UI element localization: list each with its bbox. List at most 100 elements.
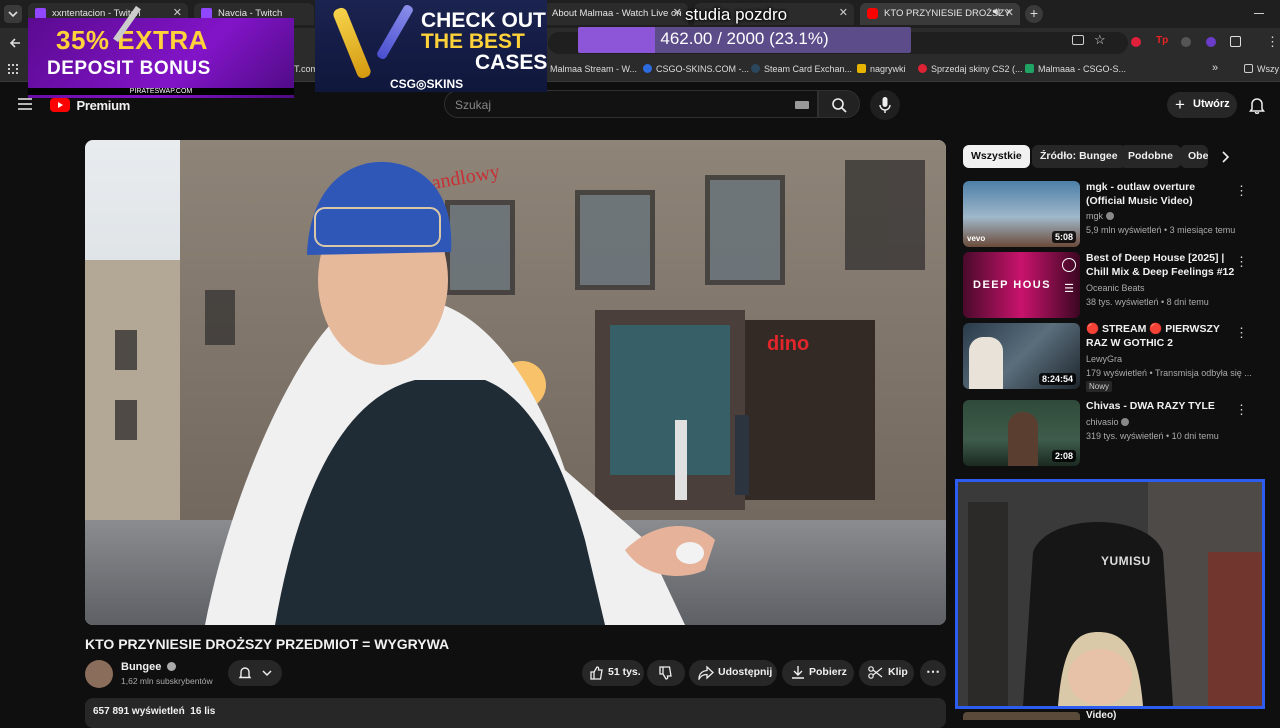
chip-related[interactable]: Podobne bbox=[1120, 145, 1181, 168]
close-icon[interactable]: ✕ bbox=[839, 6, 848, 19]
notifications-bell-icon[interactable] bbox=[1249, 96, 1265, 114]
download-button[interactable]: Pobierz bbox=[782, 660, 854, 686]
bookmark-item[interactable]: Wszy bbox=[1244, 64, 1279, 74]
channel-avatar[interactable] bbox=[85, 660, 113, 688]
kebab-menu-icon[interactable]: ⋮ bbox=[1266, 34, 1279, 50]
chevron-right-icon[interactable] bbox=[1218, 150, 1232, 164]
back-arrow-icon[interactable] bbox=[8, 36, 22, 50]
hamburger-menu-icon[interactable] bbox=[18, 98, 32, 110]
recommendation-item[interactable]: vevo 5:08 mgk - outlaw overture (Officia… bbox=[963, 181, 1263, 249]
bookmarks-overflow-icon[interactable]: » bbox=[1212, 62, 1218, 74]
video-title: KTO PRZYNIESIE DROŻSZY PRZEDMIOT = WYGRY… bbox=[85, 636, 450, 652]
partial-recommendation-thumbnail[interactable] bbox=[963, 712, 1080, 720]
channel-name[interactable]: Bungee bbox=[121, 661, 177, 673]
thumbnail-person bbox=[969, 337, 1003, 389]
search-button[interactable] bbox=[818, 90, 860, 118]
recommendation-item[interactable]: 8:24:54 🔴 STREAM 🔴 PIERWSZY RAZ W GOTHIC… bbox=[963, 323, 1263, 392]
video-thumbnail[interactable]: 2:08 bbox=[963, 400, 1080, 466]
apps-grid-icon[interactable] bbox=[8, 64, 18, 74]
clip-label: Klip bbox=[888, 666, 908, 678]
share-button[interactable]: Udostępnij bbox=[689, 660, 777, 686]
install-icon[interactable] bbox=[1072, 35, 1084, 45]
knife-graphic-icon bbox=[331, 6, 373, 80]
dislike-button[interactable] bbox=[647, 660, 685, 686]
tab-search-button[interactable] bbox=[4, 5, 22, 23]
scissors-icon bbox=[868, 666, 883, 679]
csgo-skins-ad: CHECK OUT THE BEST CASES CSG◎SKINS bbox=[315, 0, 547, 92]
extension-purple-icon[interactable] bbox=[1206, 37, 1216, 47]
like-count: 51 tys. bbox=[608, 666, 641, 678]
youtube-logo[interactable]: Premium bbox=[50, 97, 130, 113]
extension-tp-icon[interactable]: Tp bbox=[1156, 35, 1168, 46]
video-frame: dino handlowy bbox=[85, 140, 946, 625]
recommendation-meta: 38 tys. wyświetleń • 8 dni temu bbox=[1086, 297, 1209, 307]
kebab-menu-icon[interactable]: ⋮ bbox=[1235, 254, 1248, 270]
microphone-icon bbox=[879, 97, 891, 113]
like-button[interactable]: 51 tys. bbox=[582, 660, 644, 686]
svg-text:dino: dino bbox=[767, 333, 809, 355]
verified-icon bbox=[167, 662, 177, 671]
close-icon[interactable]: ✕ bbox=[673, 6, 682, 19]
recommendation-channel: chivasio bbox=[1086, 417, 1130, 427]
steam-icon bbox=[751, 64, 760, 73]
bookmark-item[interactable]: Malmaa Stream - W... bbox=[550, 64, 637, 74]
more-actions-button[interactable]: ⋯ bbox=[920, 660, 946, 686]
extensions-puzzle-icon[interactable] bbox=[1230, 36, 1241, 47]
recommendation-item[interactable]: DEEP HOUS ☰ Best of Deep House [2025] | … bbox=[963, 252, 1263, 320]
verified-icon bbox=[1105, 212, 1114, 220]
skins-line-3: CASES bbox=[475, 51, 548, 74]
thumbs-up-icon bbox=[590, 666, 603, 680]
channel-label: chivasio bbox=[1086, 417, 1119, 427]
bookmark-item[interactable]: CSGO-SKINS.COM -... bbox=[643, 64, 749, 74]
webcam-overlay: YUMISU bbox=[955, 479, 1265, 709]
skins-brand: CSG◎SKINS bbox=[390, 77, 464, 91]
extension-grey-icon[interactable] bbox=[1181, 37, 1191, 47]
tab-label: KTO PRZYNIESIE DROŻSZY bbox=[884, 8, 1011, 19]
subscribe-notifications-button[interactable] bbox=[228, 660, 282, 686]
star-icon[interactable]: ☆ bbox=[1094, 32, 1106, 48]
extension-red-icon[interactable] bbox=[1131, 37, 1141, 47]
chair-brand-label: YUMISU bbox=[1101, 554, 1151, 568]
new-badge: Nowy bbox=[1086, 381, 1113, 392]
description-box[interactable]: 657 891 wyświetleń 16 lis bbox=[85, 698, 946, 728]
browser-tab-active[interactable]: KTO PRZYNIESIE DROŻSZY 🔊︎ ✕ bbox=[860, 3, 1020, 25]
voice-search-button[interactable] bbox=[870, 90, 900, 120]
bookmark-item[interactable]: Steam Card Exchan... bbox=[751, 64, 852, 74]
bookmark-label: nagrywki bbox=[870, 64, 906, 74]
bookmark-item[interactable]: nagrywki bbox=[857, 64, 906, 74]
bookmark-item[interactable]: Malmaaa - CSGO-S... bbox=[1025, 64, 1126, 74]
minimize-button[interactable] bbox=[1254, 13, 1264, 14]
clip-button[interactable]: Klip bbox=[859, 660, 914, 686]
webcam-frame bbox=[958, 482, 1262, 706]
plus-icon: + bbox=[1175, 95, 1185, 114]
kebab-menu-icon[interactable]: ⋮ bbox=[1235, 325, 1248, 341]
site-icon bbox=[918, 64, 927, 73]
sheets-icon bbox=[1025, 64, 1034, 73]
vevo-logo: vevo bbox=[967, 234, 986, 243]
channel-name-label: Bungee bbox=[121, 661, 162, 673]
thumbnail-text: DEEP HOUS bbox=[973, 279, 1052, 291]
close-icon[interactable]: ✕ bbox=[1005, 6, 1014, 19]
kebab-menu-icon[interactable]: ⋮ bbox=[1235, 402, 1248, 418]
recommendation-channel: mgk bbox=[1086, 211, 1114, 221]
video-thumbnail[interactable]: DEEP HOUS ☰ bbox=[963, 252, 1080, 318]
chip-all[interactable]: Wszystkie bbox=[963, 145, 1030, 168]
kebab-menu-icon[interactable]: ⋮ bbox=[1235, 183, 1248, 199]
video-thumbnail[interactable]: vevo 5:08 bbox=[963, 181, 1080, 247]
create-button[interactable]: + Utwórz bbox=[1167, 92, 1237, 118]
keyboard-icon[interactable] bbox=[795, 101, 809, 109]
add-to-queue-icon[interactable]: ☰ bbox=[1064, 282, 1074, 295]
recommendation-item[interactable]: 2:08 Chivas - DWA RAZY TYLE chivasio 319… bbox=[963, 400, 1263, 468]
watch-later-icon[interactable] bbox=[1062, 258, 1076, 272]
browser-tab[interactable]: About Malmaa - Watch Live on ✕ bbox=[528, 3, 688, 25]
chip-watched[interactable]: Obe bbox=[1180, 145, 1208, 168]
folder-icon bbox=[1244, 64, 1253, 73]
video-thumbnail[interactable]: 8:24:54 bbox=[963, 323, 1080, 389]
video-player[interactable]: dino handlowy bbox=[85, 140, 946, 625]
search-input[interactable]: Szukaj bbox=[444, 90, 818, 118]
bookmark-item[interactable]: Sprzedaj skiny CS2 (... bbox=[918, 64, 1023, 74]
audio-icon[interactable]: 🔊︎ bbox=[993, 6, 1000, 19]
new-tab-button[interactable]: + bbox=[1025, 5, 1043, 23]
chip-from-channel[interactable]: Źródło: Bungee bbox=[1032, 145, 1126, 168]
recommendation-title: Best of Deep House [2025] | Chill Mix & … bbox=[1086, 252, 1235, 278]
